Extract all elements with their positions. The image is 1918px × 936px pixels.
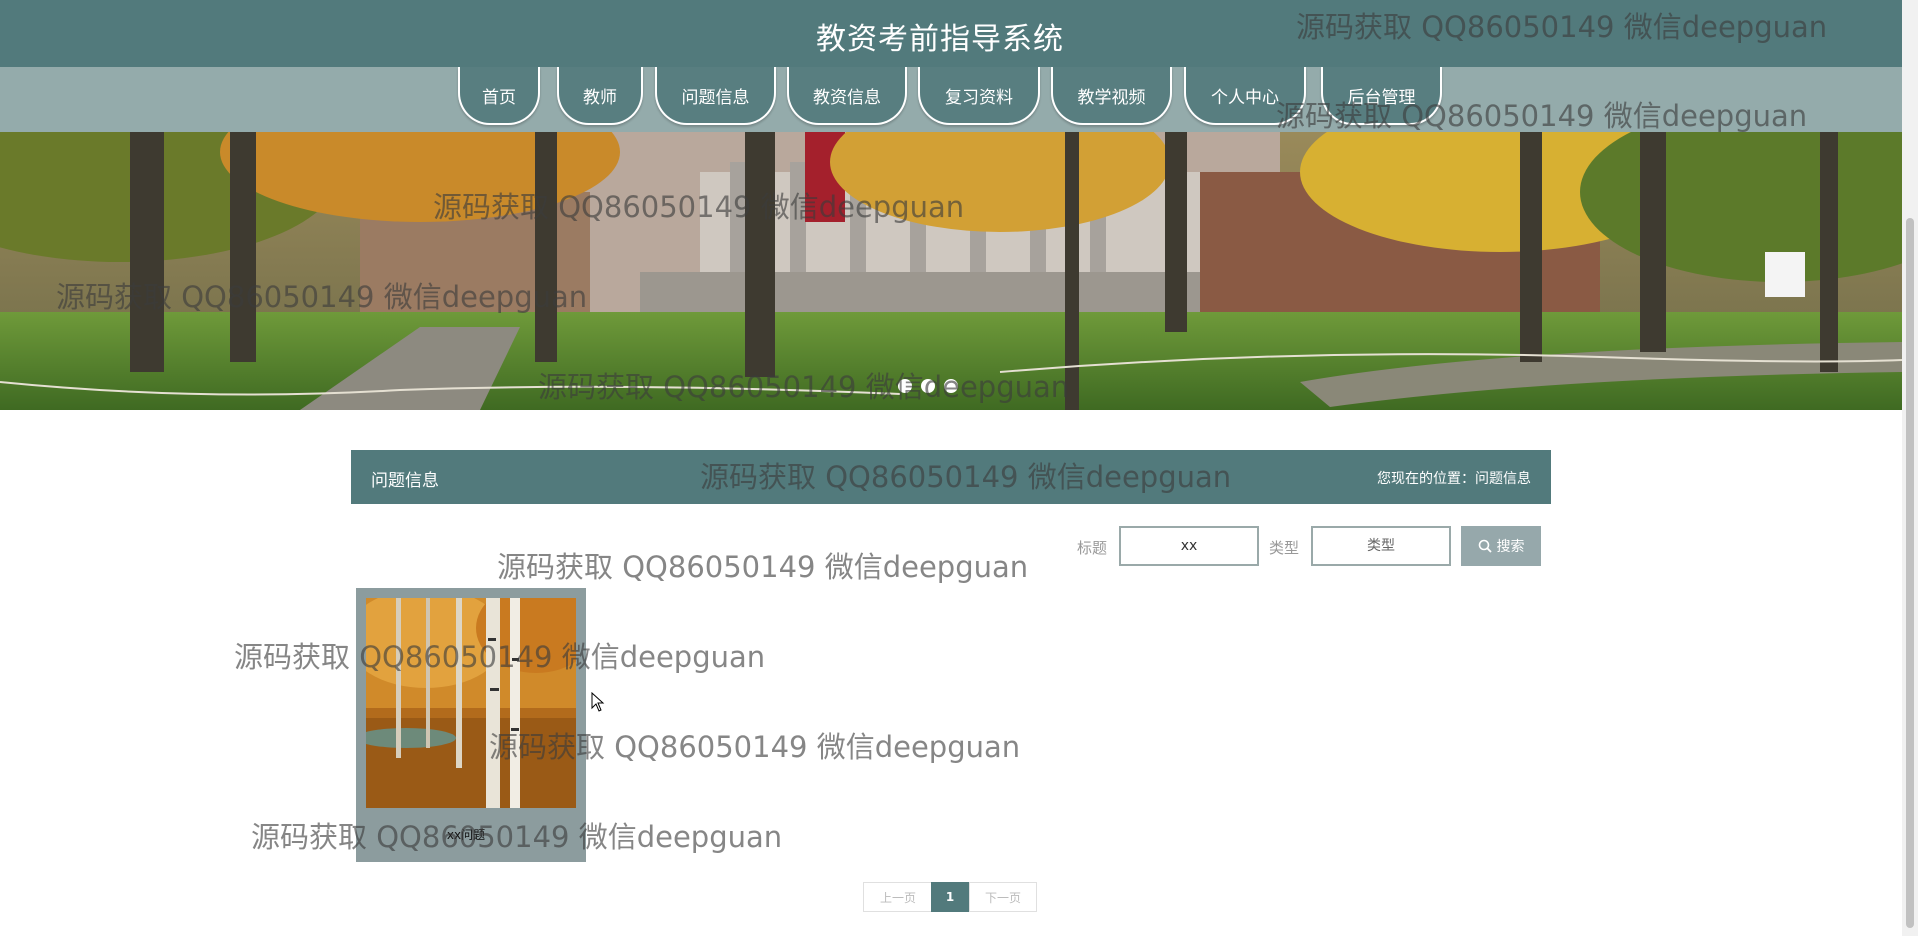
carousel-dot-1[interactable]: [898, 379, 912, 393]
type-filter-input[interactable]: [1311, 526, 1451, 566]
scrollbar-thumb[interactable]: [1906, 218, 1914, 928]
title-filter-label: 标题: [1077, 539, 1108, 557]
nav-item-personal-center[interactable]: 个人中心: [1184, 67, 1306, 125]
banner-carousel[interactable]: [0, 132, 1902, 410]
nav-item-exam-info[interactable]: 教资信息: [787, 67, 907, 125]
search-button[interactable]: 搜索: [1461, 526, 1541, 566]
breadcrumb: 您现在的位置：问题信息: [1377, 471, 1531, 487]
carousel-indicators: [898, 379, 958, 393]
site-header: 教资考前指导系统: [0, 0, 1902, 67]
nav-item-review-materials[interactable]: 复习资料: [918, 67, 1040, 125]
question-card-image: [366, 598, 576, 808]
search-button-label: 搜索: [1496, 538, 1525, 554]
main-nav: 首页 教师 问题信息 教资信息 复习资料 教学视频 个人中心 后台管理: [0, 67, 1902, 132]
question-card[interactable]: xx问题: [356, 588, 586, 862]
nav-item-home[interactable]: 首页: [458, 67, 540, 125]
title-filter-input[interactable]: [1119, 526, 1259, 566]
vertical-scrollbar[interactable]: [1902, 0, 1918, 936]
carousel-dot-3[interactable]: [944, 379, 958, 393]
section-title: 问题信息: [371, 471, 439, 491]
next-page-button[interactable]: 下一页: [969, 882, 1037, 912]
carousel-dot-2[interactable]: [921, 379, 935, 393]
prev-page-button[interactable]: 上一页: [863, 882, 933, 912]
section-header: 问题信息 您现在的位置：问题信息: [351, 450, 1551, 504]
nav-item-teachers[interactable]: 教师: [557, 67, 643, 125]
page-1-button[interactable]: 1: [931, 882, 969, 912]
type-filter-label: 类型: [1269, 539, 1300, 557]
nav-item-admin[interactable]: 后台管理: [1321, 67, 1442, 125]
question-card-title: xx问题: [446, 828, 486, 842]
nav-item-teaching-videos[interactable]: 教学视频: [1051, 67, 1172, 125]
watermark-text: 源码获取 QQ86050149 微信deepguan: [497, 550, 1029, 584]
mouse-cursor-icon: [591, 692, 605, 712]
nav-item-questions[interactable]: 问题信息: [655, 67, 776, 125]
campus-banner-image: [0, 132, 1902, 410]
search-icon: [1478, 539, 1492, 553]
site-title: 教资考前指导系统: [816, 22, 1064, 57]
